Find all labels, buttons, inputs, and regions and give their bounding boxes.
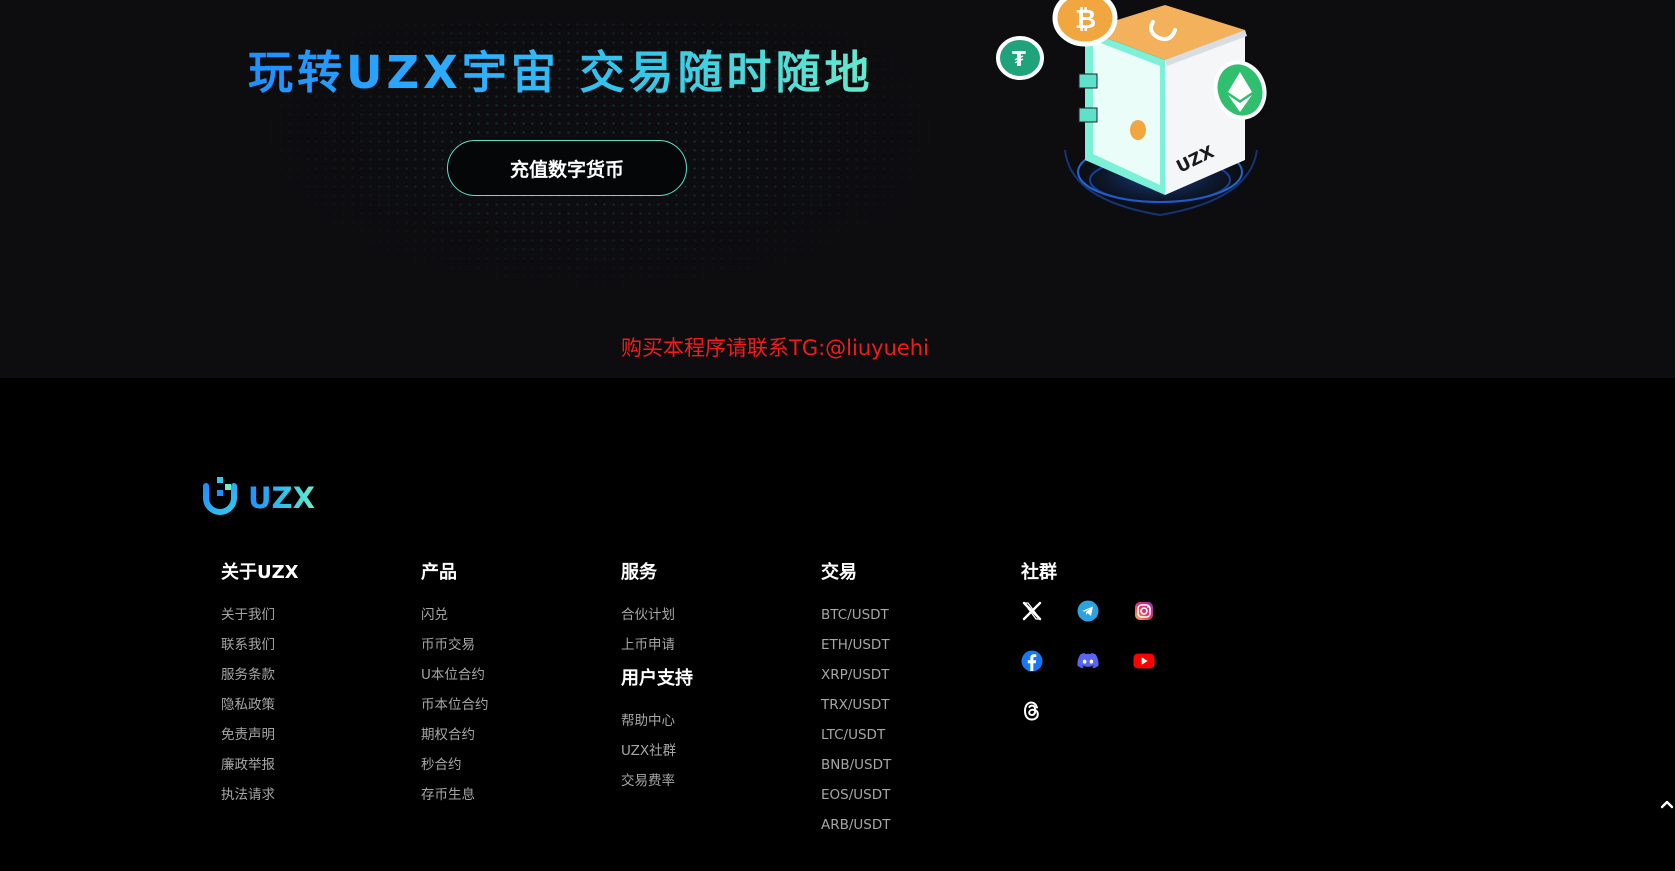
footer-link-pair[interactable]: ETH/USDT xyxy=(821,630,891,660)
footer-heading-services: 服务 xyxy=(621,562,657,583)
chevron-up-icon[interactable] xyxy=(1659,796,1675,812)
logo-wordmark: UZX xyxy=(248,481,315,515)
footer-link-coin-futures[interactable]: 币本位合约 xyxy=(421,690,489,720)
promo-banner: 玩转UZX宇宙 交易随时随地 充值数字货币 UZX ₿ ₮ 购买本程序请联系TG… xyxy=(0,0,1675,378)
footer-link-pair[interactable]: EOS/USDT xyxy=(821,780,891,810)
footer-column-community: 社群 xyxy=(1021,560,1189,750)
footer-link-usdt-futures[interactable]: U本位合约 xyxy=(421,660,489,690)
telegram-icon[interactable] xyxy=(1077,600,1099,622)
discord-icon[interactable] xyxy=(1077,650,1099,672)
footer-heading-support: 用户支持 xyxy=(621,668,693,689)
footer-link-swap[interactable]: 闪兑 xyxy=(421,600,489,630)
x-icon[interactable] xyxy=(1021,600,1043,622)
footer-link-pair[interactable]: LTC/USDT xyxy=(821,720,891,750)
promo-title: 玩转UZX宇宙 交易随时随地 xyxy=(248,36,908,101)
footer-link-terms[interactable]: 服务条款 xyxy=(221,660,299,690)
footer-link-options[interactable]: 期权合约 xyxy=(421,720,489,750)
footer-column-about: 关于UZX 关于我们 联系我们 服务条款 隐私政策 免责声明 廉政举报 执法请求 xyxy=(221,560,299,810)
contact-notice: 购买本程序请联系TG:@liuyuehi xyxy=(621,336,929,360)
footer-heading-products: 产品 xyxy=(421,562,457,583)
social-links xyxy=(1021,600,1189,750)
footer-link-about-us[interactable]: 关于我们 xyxy=(221,600,299,630)
footer-link-disclaimer[interactable]: 免责声明 xyxy=(221,720,299,750)
uzx-logo[interactable]: UZX xyxy=(200,476,315,520)
footer-link-law-enforcement[interactable]: 执法请求 xyxy=(221,780,299,810)
footer-link-pair[interactable]: TRX/USDT xyxy=(821,690,891,720)
footer-link-listing[interactable]: 上币申请 xyxy=(621,630,693,660)
footer-link-integrity-report[interactable]: 廉政举报 xyxy=(221,750,299,780)
deposit-crypto-button[interactable]: 充值数字货币 xyxy=(447,140,687,196)
instagram-icon[interactable] xyxy=(1133,600,1155,622)
footer-link-fees[interactable]: 交易费率 xyxy=(621,766,693,796)
footer-link-pair[interactable]: BTC/USDT xyxy=(821,600,891,630)
facebook-icon[interactable] xyxy=(1021,650,1043,672)
footer-link-help-center[interactable]: 帮助中心 xyxy=(621,706,693,736)
footer-column-services: 服务 合伙计划 上币申请 用户支持 帮助中心 UZX社群 交易费率 xyxy=(621,560,693,796)
footer-link-pair[interactable]: XRP/USDT xyxy=(821,660,891,690)
threads-icon[interactable] xyxy=(1021,700,1043,722)
footer-heading-about: 关于UZX xyxy=(221,562,299,583)
footer-link-partner[interactable]: 合伙计划 xyxy=(621,600,693,630)
footer-link-privacy[interactable]: 隐私政策 xyxy=(221,690,299,720)
footer-link-earn[interactable]: 存币生息 xyxy=(421,780,489,810)
youtube-icon[interactable] xyxy=(1133,650,1155,672)
footer-link-pair[interactable]: BNB/USDT xyxy=(821,750,891,780)
svg-text:₮: ₮ xyxy=(1012,47,1026,71)
footer-column-trade: 交易 BTC/USDT ETH/USDT XRP/USDT TRX/USDT L… xyxy=(821,560,891,840)
footer-column-products: 产品 闪兑 币币交易 U本位合约 币本位合约 期权合约 秒合约 存币生息 xyxy=(421,560,489,810)
footer-heading-trade: 交易 xyxy=(821,562,857,583)
svg-text:₿: ₿ xyxy=(1075,5,1096,35)
footer-link-second-contract[interactable]: 秒合约 xyxy=(421,750,489,780)
uzx-logo-icon xyxy=(203,477,237,515)
footer-link-contact-us[interactable]: 联系我们 xyxy=(221,630,299,660)
uzx-safe-illustration: UZX ₿ ₮ xyxy=(996,0,1267,217)
site-footer: UZX 关于UZX 关于我们 联系我们 服务条款 隐私政策 免责声明 廉政举报 … xyxy=(0,378,1675,871)
footer-link-spot[interactable]: 币币交易 xyxy=(421,630,489,660)
footer-link-pair[interactable]: ARB/USDT xyxy=(821,810,891,840)
footer-heading-community: 社群 xyxy=(1021,562,1057,583)
footer-link-community[interactable]: UZX社群 xyxy=(621,736,693,766)
